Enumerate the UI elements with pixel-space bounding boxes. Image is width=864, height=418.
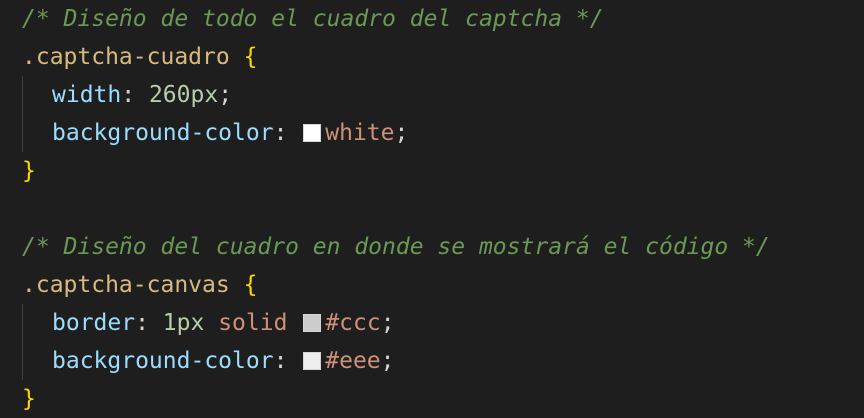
css-selector: .captcha-cuadro <box>22 44 230 70</box>
css-selector: .captcha-canvas <box>22 272 230 298</box>
color-swatch-white[interactable] <box>303 124 322 142</box>
code-line-decl-border: border: 1px solid #ccc; <box>0 304 864 342</box>
open-brace: { <box>243 272 258 298</box>
code-line-decl-width: width: 260px; <box>0 76 864 114</box>
color-swatch-eee[interactable] <box>303 352 322 370</box>
code-line-selector-2: .captcha-canvas { <box>0 266 864 304</box>
css-property: background-color <box>52 120 274 146</box>
close-brace: } <box>22 386 36 412</box>
color-swatch-ccc[interactable] <box>303 314 322 332</box>
code-line-decl-bg-white: background-color: white; <box>0 114 864 152</box>
indent-guide <box>22 76 23 114</box>
indent-guide <box>22 114 23 152</box>
css-number-value: 1px <box>162 310 205 336</box>
code-line-comment-1: /* Diseño de todo el cuadro del captcha … <box>0 0 864 38</box>
code-line-selector-1: .captcha-cuadro { <box>0 38 864 76</box>
close-brace: } <box>22 158 36 184</box>
indent-guide <box>22 304 23 342</box>
code-line-close-2: } <box>0 380 864 418</box>
code-line-decl-bg-eee: background-color: #eee; <box>0 342 864 380</box>
css-color-value: white <box>325 120 395 146</box>
css-color-value: #eee <box>325 348 381 374</box>
css-property: width <box>52 82 122 108</box>
css-color-value: #ccc <box>325 310 381 336</box>
css-property: background-color <box>52 348 274 374</box>
css-keyword-value: solid <box>218 310 288 336</box>
css-property: border <box>52 310 136 336</box>
code-editor[interactable]: /* Diseño de todo el cuadro del captcha … <box>0 0 864 414</box>
indent-guide <box>22 342 23 380</box>
open-brace: { <box>243 44 258 70</box>
css-comment: /* Diseño de todo el cuadro del captcha … <box>22 6 604 32</box>
css-number-value: 260px <box>148 82 219 108</box>
code-line-comment-2: /* Diseño del cuadro en donde se mostrar… <box>0 228 864 266</box>
css-comment: /* Diseño del cuadro en donde se mostrar… <box>22 234 770 260</box>
code-line-close-1: } <box>0 152 864 190</box>
